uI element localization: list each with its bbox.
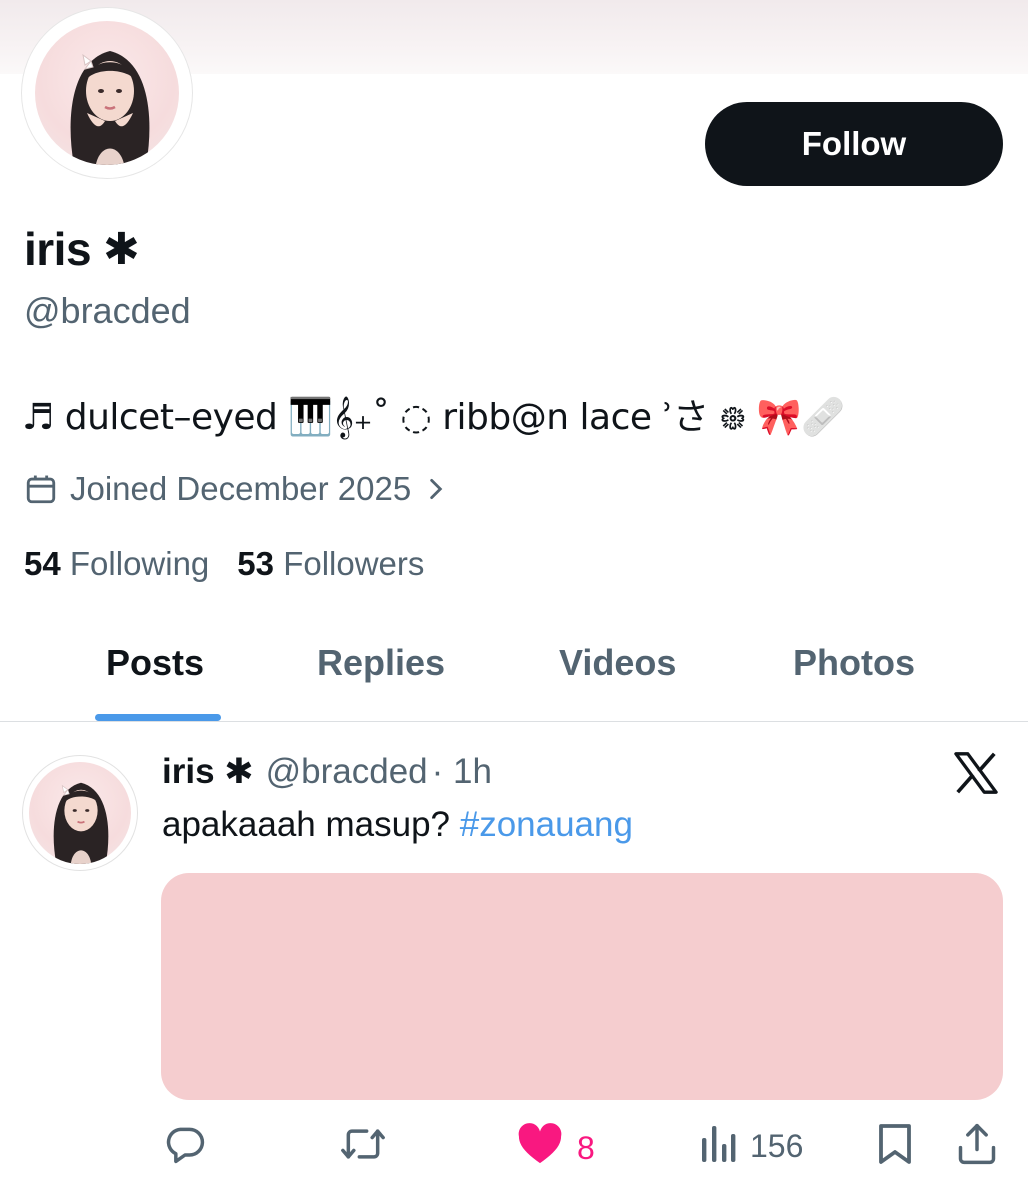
post-author-name[interactable]: iris ✱ bbox=[162, 752, 254, 792]
repost-icon bbox=[338, 1122, 388, 1174]
post-author-avatar[interactable] bbox=[22, 755, 138, 871]
reply-icon bbox=[163, 1122, 207, 1174]
avatar-photo bbox=[35, 21, 179, 165]
chevron-right-icon bbox=[423, 476, 449, 502]
post-timestamp[interactable]: · 1h bbox=[432, 752, 492, 792]
profile-bio: ♬ dulcet–eyed 🎹𝄞₊˚ ◌ ribb@n lace ʾさ ᪥ 🎀🩹 bbox=[22, 397, 846, 438]
joined-date[interactable]: Joined December 2025 bbox=[24, 470, 449, 508]
profile-page: Follow iris ✱ @bracded ♬ dulcet–eyed 🎹𝄞₊… bbox=[0, 0, 1028, 1200]
share-button[interactable] bbox=[956, 1122, 998, 1174]
profile-avatar[interactable] bbox=[22, 8, 192, 178]
tab-photos[interactable]: Photos bbox=[793, 642, 915, 684]
follow-button[interactable]: Follow bbox=[705, 102, 1003, 186]
like-count: 8 bbox=[577, 1129, 595, 1166]
post-body: apakaaah masup? bbox=[162, 805, 450, 844]
heart-filled-icon bbox=[517, 1122, 563, 1174]
follow-stats: 54 Following 53 Followers bbox=[24, 545, 424, 583]
display-name: iris ✱ bbox=[24, 222, 140, 276]
following-label: Following bbox=[69, 545, 210, 582]
calendar-icon bbox=[24, 472, 58, 506]
tab-replies[interactable]: Replies bbox=[317, 642, 445, 684]
name-asterisk-icon: ✱ bbox=[103, 224, 140, 274]
like-button[interactable]: 8 bbox=[517, 1122, 595, 1174]
tab-videos[interactable]: Videos bbox=[559, 642, 676, 684]
view-count: 156 bbox=[750, 1127, 804, 1164]
name-asterisk-icon: ✱ bbox=[224, 752, 254, 791]
post-actions: 8 156 bbox=[0, 1118, 1028, 1178]
post-media[interactable] bbox=[161, 873, 1003, 1100]
post-header: iris ✱ @bracded · 1h bbox=[162, 752, 492, 792]
following-count: 54 bbox=[24, 545, 61, 582]
tab-posts[interactable]: Posts bbox=[106, 642, 204, 684]
share-icon bbox=[956, 1122, 998, 1174]
reply-button[interactable] bbox=[163, 1122, 207, 1174]
post-author-handle[interactable]: @bracded bbox=[266, 752, 428, 792]
post-text: apakaaah masup? #zonauang bbox=[162, 805, 633, 845]
display-name-text: iris bbox=[24, 223, 92, 275]
x-logo-icon bbox=[954, 752, 998, 794]
active-tab-indicator bbox=[95, 714, 221, 721]
bookmark-icon bbox=[876, 1122, 914, 1174]
avatar-photo bbox=[29, 762, 131, 864]
views-chart-icon bbox=[700, 1122, 736, 1170]
joined-text: Joined December 2025 bbox=[70, 470, 412, 507]
views-button[interactable]: 156 bbox=[700, 1122, 803, 1170]
repost-button[interactable] bbox=[338, 1122, 388, 1174]
followers-stat[interactable]: 53 Followers bbox=[237, 545, 424, 583]
profile-tabs: Posts Replies Videos Photos bbox=[0, 620, 1028, 722]
profile-handle: @bracded bbox=[24, 290, 191, 331]
post-hashtag-link[interactable]: #zonauang bbox=[460, 805, 633, 844]
post-author-name-text: iris bbox=[162, 752, 215, 791]
followers-count: 53 bbox=[237, 545, 275, 582]
following-stat[interactable]: 54 Following bbox=[24, 545, 209, 583]
followers-label: Followers bbox=[283, 545, 425, 582]
bookmark-button[interactable] bbox=[876, 1122, 914, 1174]
